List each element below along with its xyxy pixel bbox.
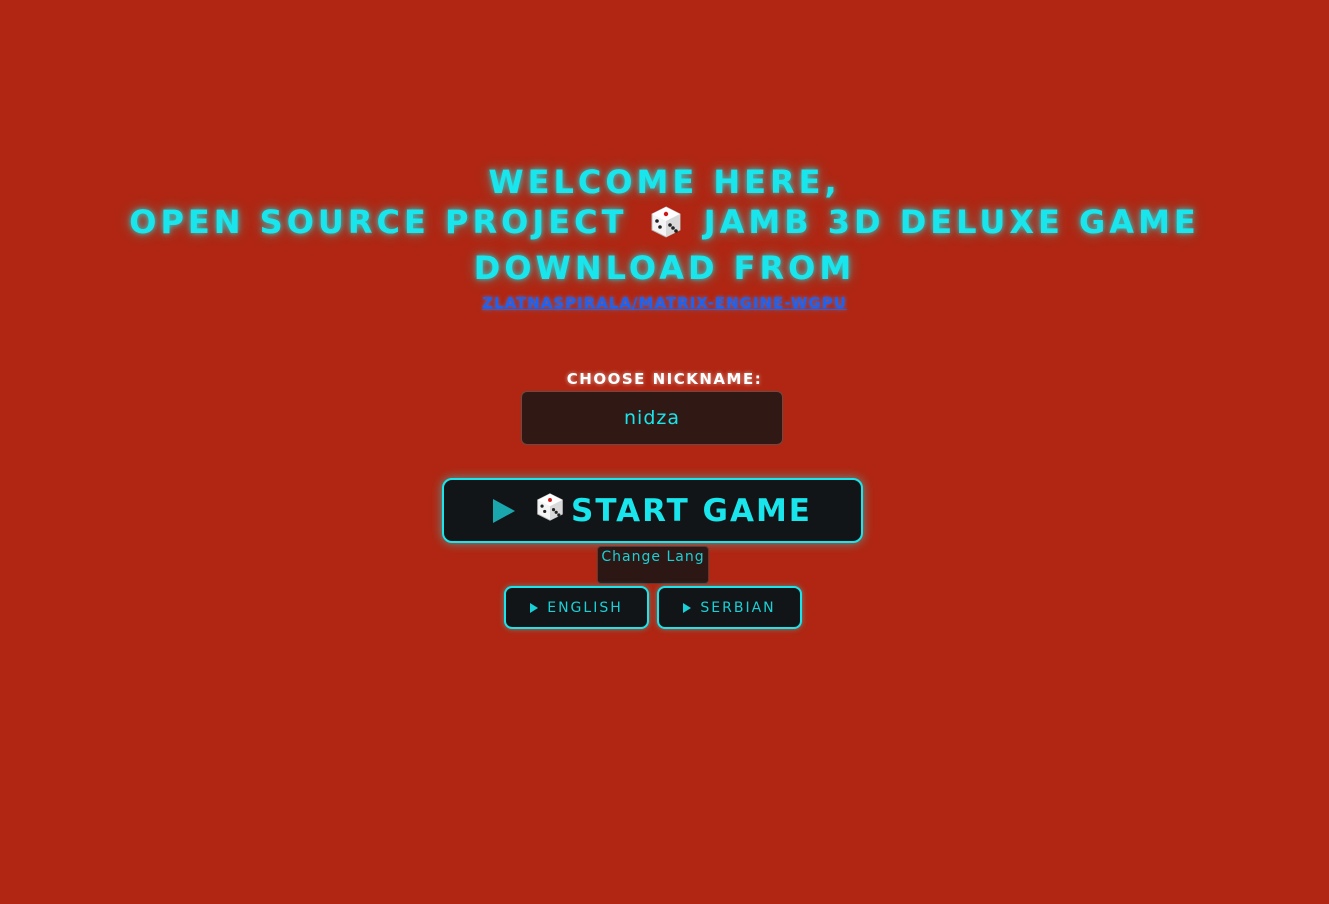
serbian-button[interactable]: SERBIAN [657,586,802,629]
title-line-2-start: OPEN SOURCE PROJECT [129,203,628,241]
english-label: ENGLISH [547,599,623,616]
title-line-1: WELCOME HERE, [488,163,841,201]
nickname-label: CHOOSE NICKNAME: [566,370,763,388]
play-icon [683,602,692,613]
start-game-label: START GAME [571,492,812,529]
dice-icon [535,491,565,531]
dice-icon [649,205,683,248]
change-lang-button[interactable]: Change Lang [597,546,709,584]
repo-link[interactable]: ZLATNASPIRALA/MATRIX-ENGINE-WGPU [482,294,847,312]
play-icon [530,602,539,613]
start-game-button[interactable]: START GAME [442,478,863,543]
title-line-2-end: JAMB 3D DELUXE GAME [703,203,1200,241]
serbian-label: SERBIAN [700,599,776,616]
play-icon [493,498,516,523]
title-line-2: OPEN SOURCE PROJECT JAMB 3D DELUXE GAME [0,202,1329,248]
english-button[interactable]: ENGLISH [504,586,649,629]
title-line-3: DOWNLOAD FROM [473,249,856,287]
welcome-title: WELCOME HERE, OPEN SOURCE PROJECT JAMB 3… [0,162,1329,312]
nickname-input[interactable] [521,391,783,445]
